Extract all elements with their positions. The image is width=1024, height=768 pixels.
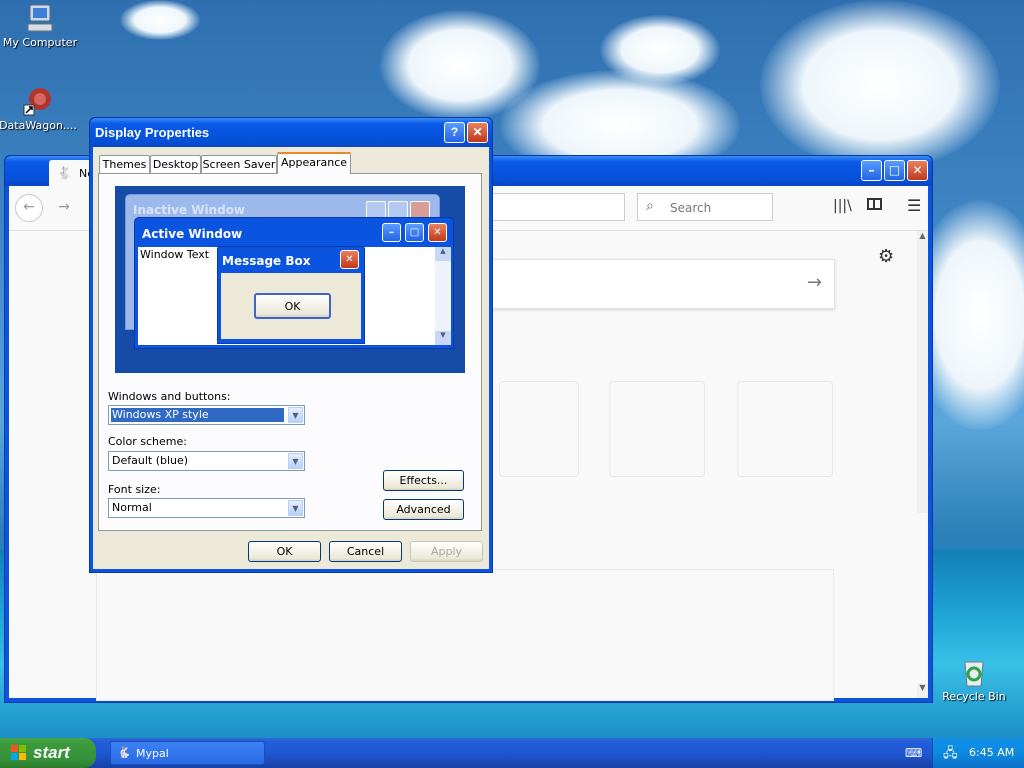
desktop-icon-label: DataWagon.... <box>0 119 77 132</box>
font-size-select[interactable]: Normal ▼ <box>108 498 305 518</box>
cloud <box>600 15 720 85</box>
appearance-panel: Inactive Window Active Window – □ ✕ Wind… <box>98 173 482 531</box>
content-panel <box>96 569 834 701</box>
message-box-body: OK <box>221 273 361 339</box>
cloud <box>760 0 1000 170</box>
scroll-down-arrow-icon[interactable]: ▼ <box>917 683 928 698</box>
scroll-up-arrow-icon[interactable]: ▲ <box>917 231 928 243</box>
chevron-down-icon[interactable]: ▼ <box>288 500 303 516</box>
search-icon: ⌕ <box>646 198 654 214</box>
color-scheme-select[interactable]: Default (blue) ▼ <box>108 451 305 471</box>
window-text: Window Text <box>140 248 210 261</box>
desktop-icon-recycle-bin[interactable]: Recycle Bin <box>934 656 1014 703</box>
computer-icon <box>24 2 56 34</box>
display-properties-dialog: Display Properties ? ✕ Themes Desktop Sc… <box>89 117 493 573</box>
inactive-window-title: Inactive Window <box>133 203 246 217</box>
search-placeholder: Search <box>670 201 712 215</box>
vertical-scrollbar[interactable]: ▲ <box>917 231 928 513</box>
network-icon[interactable]: 🖧 <box>943 744 958 766</box>
tab-desktop[interactable]: Desktop <box>150 155 201 173</box>
back-arrow-icon[interactable]: ← <box>15 194 43 222</box>
clock[interactable]: 6:45 AM <box>969 746 1014 759</box>
minimize-button[interactable]: – <box>861 160 882 181</box>
top-site-tile[interactable] <box>609 381 705 477</box>
font-size-label: Font size: <box>108 483 161 496</box>
desktop-icon-datawagon[interactable]: DataWagon.... <box>0 85 78 132</box>
forward-arrow-icon[interactable]: → <box>53 195 75 219</box>
ok-button[interactable]: OK <box>248 541 321 562</box>
library-icon[interactable]: |||\ <box>833 198 852 214</box>
preview-scrollbar: ▲ ▼ <box>435 247 451 345</box>
tab-favicon-icon: 🐇 <box>57 166 72 180</box>
maximize-button[interactable]: □ <box>884 160 905 181</box>
top-site-tile[interactable] <box>737 381 833 477</box>
tab-appearance[interactable]: Appearance <box>277 152 351 174</box>
maximize-icon: □ <box>405 223 424 242</box>
desktop-icon-label: Recycle Bin <box>942 690 1006 703</box>
search-box[interactable]: → <box>489 259 835 309</box>
preview-ok-button: OK <box>254 293 331 319</box>
tab-screen-saver[interactable]: Screen Saver <box>201 155 277 173</box>
scroll-down-arrow-icon: ▼ <box>435 331 451 345</box>
system-tray: 🖧 6:45 AM <box>932 738 1024 768</box>
dialog-body: Themes Desktop Screen Saver Appearance I… <box>93 147 489 569</box>
keyboard-icon[interactable]: ⌨ <box>905 746 922 760</box>
desktop-icon-label: My Computer <box>2 36 78 49</box>
close-button[interactable]: ✕ <box>467 122 488 143</box>
dialog-title: Display Properties <box>95 125 210 140</box>
windows-buttons-select[interactable]: Windows XP style ▼ <box>108 405 305 425</box>
recycle-bin-icon <box>958 656 990 688</box>
help-button[interactable]: ? <box>444 122 465 143</box>
apply-button[interactable]: Apply <box>410 541 483 562</box>
sidebar-icon[interactable] <box>867 198 882 210</box>
start-label: start <box>33 743 70 762</box>
minimize-icon: – <box>382 223 401 242</box>
top-site-tile[interactable] <box>499 381 579 477</box>
start-button[interactable]: start <box>0 738 96 768</box>
taskbar-item-label: Mypal <box>136 747 169 760</box>
dialog-title-bar[interactable]: Display Properties ? ✕ <box>90 118 492 147</box>
appearance-preview: Inactive Window Active Window – □ ✕ Wind… <box>115 186 465 373</box>
chevron-down-icon[interactable]: ▼ <box>288 453 303 469</box>
gear-icon[interactable]: ⚙ <box>878 246 894 267</box>
close-icon: ✕ <box>428 223 447 242</box>
advanced-button[interactable]: Advanced <box>383 499 464 520</box>
windows-buttons-value: Windows XP style <box>111 408 284 422</box>
active-window-title: Active Window <box>142 227 243 241</box>
menu-icon[interactable]: ☰ <box>907 196 921 215</box>
desktop-icon-my-computer[interactable]: My Computer <box>0 2 80 49</box>
tab-themes[interactable]: Themes <box>99 155 150 173</box>
scroll-up-arrow-icon: ▲ <box>435 247 451 261</box>
url-bar[interactable] <box>479 193 625 221</box>
mypal-icon: 🐇 <box>117 746 131 759</box>
cloud <box>120 0 200 40</box>
taskbar: start 🐇 Mypal ⌨ 🖧 6:45 AM <box>0 738 1024 768</box>
chevron-down-icon[interactable]: ▼ <box>288 407 303 423</box>
cancel-button[interactable]: Cancel <box>329 541 402 562</box>
close-button[interactable]: ✕ <box>907 160 928 181</box>
search-input[interactable]: ⌕ Search <box>637 193 773 221</box>
message-box-title: Message Box <box>222 254 311 268</box>
effects-button[interactable]: Effects... <box>383 470 464 491</box>
font-size-value: Normal <box>112 501 152 514</box>
taskbar-item-mypal[interactable]: 🐇 Mypal <box>110 741 265 765</box>
color-scheme-label: Color scheme: <box>108 435 187 448</box>
active-window-preview: Active Window – □ ✕ Window Text ▲ ▼ Mess… <box>134 217 454 349</box>
app-shortcut-icon <box>22 85 54 117</box>
message-box-preview: Message Box ✕ OK <box>217 246 365 344</box>
close-icon: ✕ <box>340 250 359 269</box>
color-scheme-value: Default (blue) <box>112 454 189 467</box>
arrow-right-icon[interactable]: → <box>807 272 822 293</box>
windows-logo-icon <box>10 744 26 760</box>
windows-buttons-label: Windows and buttons: <box>108 390 231 403</box>
